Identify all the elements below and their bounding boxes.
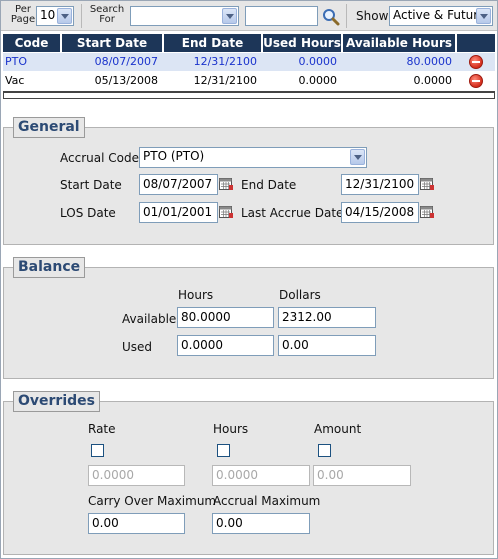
used-label: Used [122, 340, 153, 354]
accrual-code-select[interactable]: PTO (PTO) [139, 147, 367, 168]
used-hours-field[interactable]: 0.0000 [177, 335, 274, 356]
chevron-down-icon[interactable] [57, 8, 72, 24]
available-hours-field[interactable]: 80.0000 [177, 307, 274, 328]
los-date-label: LOS Date [60, 206, 116, 220]
start-date-field[interactable]: 08/07/2007 [139, 174, 218, 195]
search-icon[interactable] [322, 8, 340, 26]
column-header-available-hours[interactable]: Available Hours [343, 34, 457, 52]
chevron-down-icon[interactable] [476, 8, 491, 24]
accrual-code-label: Accrual Code [60, 151, 139, 165]
amount-override-checkbox[interactable] [318, 444, 331, 457]
chevron-down-icon[interactable] [222, 8, 237, 24]
row-code[interactable]: Vac [5, 72, 24, 90]
accrual-code-value: PTO (PTO) [143, 149, 205, 163]
row-available-hours: 80.0000 [406, 55, 453, 68]
amount-label: Amount [314, 422, 362, 436]
search-input[interactable] [245, 6, 318, 26]
balance-section-title: Balance [13, 257, 86, 278]
end-date-field[interactable]: 12/31/2100 [341, 174, 419, 195]
rate-field[interactable]: 0.0000 [88, 465, 185, 486]
used-dollars-field[interactable]: 0.00 [278, 335, 376, 356]
balance-dollars-header: Dollars [279, 288, 321, 302]
overrides-section-title: Overrides [13, 391, 100, 412]
los-date-field[interactable]: 01/01/2001 [139, 202, 218, 223]
search-field-select[interactable] [130, 6, 239, 26]
per-page-label: Per Page [10, 5, 36, 25]
balance-hours-header: Hours [178, 288, 214, 302]
grid-scrollbar[interactable] [3, 91, 495, 99]
last-accrue-date-label: Last Accrue Date [241, 206, 344, 220]
row-used-hours: 0.0000 [298, 55, 338, 68]
chevron-down-icon[interactable] [350, 149, 365, 165]
calendar-icon[interactable] [219, 205, 234, 219]
per-page-select[interactable]: 10 [36, 6, 74, 26]
row-code[interactable]: PTO [5, 53, 27, 71]
carry-over-maximum-label: Carry Over Maximum [88, 494, 217, 508]
toolbar-divider [346, 4, 347, 28]
rate-label: Rate [88, 422, 116, 436]
show-filter-value: Active & Future [393, 8, 486, 22]
carry-over-maximum-field[interactable]: 0.00 [88, 513, 185, 534]
calendar-icon[interactable] [219, 177, 234, 191]
override-hours-label: Hours [213, 422, 249, 436]
available-label: Available [122, 312, 177, 326]
override-hours-field[interactable]: 0.0000 [212, 465, 310, 486]
row-start-date: 05/13/2008 [94, 74, 158, 87]
column-header-used-hours[interactable]: Used Hours [263, 34, 343, 52]
column-header-start-date[interactable]: Start Date [62, 34, 164, 52]
start-date-label: Start Date [60, 178, 122, 192]
show-label: Show [356, 9, 389, 23]
row-available-hours: 0.0000 [413, 74, 453, 87]
per-page-label-line2: Page [10, 14, 36, 25]
delete-icon[interactable] [469, 74, 483, 88]
show-filter-select[interactable]: Active & Future [389, 6, 493, 26]
column-header-code[interactable]: Code [3, 34, 62, 52]
row-start-date: 08/07/2007 [94, 55, 158, 68]
row-end-date: 12/31/2100 [193, 55, 257, 68]
accrual-maximum-field[interactable]: 0.00 [212, 513, 310, 534]
end-date-label: End Date [241, 178, 297, 192]
accrual-maximum-label: Accrual Maximum [213, 494, 321, 508]
column-header-actions [457, 34, 495, 52]
calendar-icon[interactable] [420, 205, 435, 219]
search-label-line2: For [99, 14, 115, 25]
calendar-icon[interactable] [420, 177, 435, 191]
general-section-title: General [13, 117, 85, 138]
hours-override-checkbox[interactable] [217, 444, 230, 457]
toolbar-divider [81, 4, 82, 28]
row-used-hours: 0.0000 [298, 74, 338, 87]
amount-field[interactable]: 0.00 [313, 465, 411, 486]
available-dollars-field[interactable]: 2312.00 [278, 307, 376, 328]
toolbar: Per Page 10 Search For Show Active & Fut… [1, 1, 497, 31]
last-accrue-date-field[interactable]: 04/15/2008 [341, 202, 419, 223]
row-end-date: 12/31/2100 [193, 74, 257, 87]
rate-override-checkbox[interactable] [91, 444, 104, 457]
delete-icon[interactable] [469, 55, 483, 69]
per-page-value: 10 [40, 8, 56, 22]
search-for-label: Search For [87, 5, 127, 25]
column-header-end-date[interactable]: End Date [164, 34, 263, 52]
